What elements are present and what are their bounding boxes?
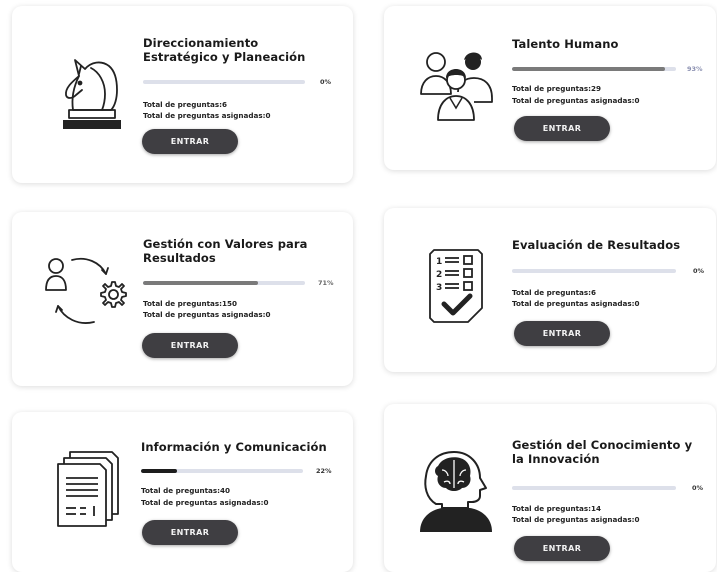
progress-percent: 22% — [316, 467, 332, 475]
enter-button[interactable]: ENTRAR — [142, 129, 238, 154]
total-questions-label: Total de preguntas: — [143, 100, 223, 109]
total-questions: Total de preguntas:150 — [143, 298, 237, 309]
assigned-questions: Total de preguntas asignadas:0 — [512, 298, 640, 309]
enter-button[interactable]: ENTRAR — [142, 520, 238, 545]
head-brain-icon — [420, 451, 492, 532]
card-title: Direccionamiento Estratégico y Planeació… — [143, 36, 306, 64]
svg-text:3: 3 — [436, 283, 442, 293]
documents-stack-icon — [57, 451, 119, 527]
progress-fill — [143, 281, 259, 285]
assigned-questions: Total de preguntas asignadas:0 — [143, 309, 271, 320]
progress-fill — [141, 469, 177, 473]
chess-knight-icon — [63, 59, 121, 129]
assigned-questions-label: Total de preguntas asignadas: — [512, 299, 635, 308]
enter-button[interactable]: ENTRAR — [514, 116, 610, 141]
assigned-questions-label: Total de preguntas asignadas: — [141, 498, 264, 507]
people-group-icon — [420, 52, 493, 121]
enter-button[interactable]: ENTRAR — [514, 321, 610, 346]
total-questions: Total de preguntas:40 — [141, 485, 230, 496]
total-questions-label: Total de preguntas: — [512, 504, 592, 513]
card-title: Gestión del Conocimiento y la Innovación — [512, 438, 693, 466]
assigned-questions-label: Total de preguntas asignadas: — [143, 111, 266, 120]
progress-bar — [512, 269, 676, 273]
card-informacion-comunicacion: Información y Comunicación 22% Total de … — [12, 412, 353, 572]
total-questions-value: 6 — [222, 100, 228, 109]
progress-percent: 0% — [692, 484, 704, 492]
total-questions: Total de preguntas:6 — [143, 99, 227, 110]
total-questions: Total de preguntas:6 — [512, 287, 596, 298]
total-questions-value: 29 — [591, 84, 602, 93]
assigned-questions: Total de preguntas asignadas:0 — [141, 497, 269, 508]
total-questions-label: Total de preguntas: — [512, 84, 592, 93]
progress-bar — [512, 486, 676, 490]
progress-percent: 0% — [320, 78, 332, 86]
progress-bar — [143, 281, 305, 285]
card-direccionamiento: Direccionamiento Estratégico y Planeació… — [12, 6, 353, 183]
assigned-questions-label: Total de preguntas asignadas: — [512, 515, 635, 524]
svg-text:1: 1 — [436, 257, 442, 267]
progress-bar — [141, 469, 303, 473]
enter-button[interactable]: ENTRAR — [142, 333, 238, 358]
assigned-questions: Total de preguntas asignadas:0 — [143, 110, 271, 121]
progress-percent: 0% — [693, 267, 705, 275]
total-questions-value: 6 — [591, 288, 597, 297]
total-questions-value: 40 — [220, 486, 231, 495]
assigned-questions-value: 0 — [265, 111, 271, 120]
svg-text:2: 2 — [436, 270, 442, 280]
person-gear-cycle-icon — [45, 257, 127, 324]
total-questions-label: Total de preguntas: — [512, 288, 592, 297]
assigned-questions-value: 0 — [265, 310, 271, 319]
card-title: Información y Comunicación — [141, 440, 327, 454]
assigned-questions: Total de preguntas asignadas:0 — [512, 514, 640, 525]
total-questions-label: Total de preguntas: — [141, 486, 221, 495]
assigned-questions-value: 0 — [634, 96, 640, 105]
total-questions-value: 14 — [591, 504, 602, 513]
total-questions-value: 150 — [222, 299, 238, 308]
progress-bar — [143, 80, 305, 84]
card-title: Evaluación de Resultados — [512, 238, 681, 252]
progress-percent: 71% — [318, 279, 334, 287]
assigned-questions-label: Total de preguntas asignadas: — [143, 310, 266, 319]
card-gestion-conocimiento: Gestión del Conocimiento y la Innovación… — [384, 404, 716, 572]
card-title: Gestión con Valores para Resultados — [143, 237, 308, 265]
total-questions-label: Total de preguntas: — [143, 299, 223, 308]
assigned-questions-value: 0 — [263, 498, 269, 507]
checklist-icon: 1 2 3 — [429, 249, 483, 323]
total-questions: Total de preguntas:29 — [512, 83, 601, 94]
progress-percent: 93% — [687, 65, 703, 73]
card-evaluacion-resultados: 1 2 3 Evaluación de Resultados 0% Total de… — [384, 208, 716, 372]
total-questions: Total de preguntas:14 — [512, 503, 601, 514]
enter-button[interactable]: ENTRAR — [514, 536, 610, 561]
card-talento-humano: Talento Humano 93% Total de preguntas:29… — [384, 6, 716, 170]
progress-fill — [512, 67, 665, 71]
assigned-questions: Total de preguntas asignadas:0 — [512, 95, 640, 106]
assigned-questions-value: 0 — [634, 515, 640, 524]
card-gestion-valores: Gestión con Valores para Resultados 71% … — [12, 212, 353, 386]
progress-bar — [512, 67, 676, 71]
assigned-questions-value: 0 — [634, 299, 640, 308]
assigned-questions-label: Total de preguntas asignadas: — [512, 96, 635, 105]
card-title: Talento Humano — [512, 37, 619, 51]
